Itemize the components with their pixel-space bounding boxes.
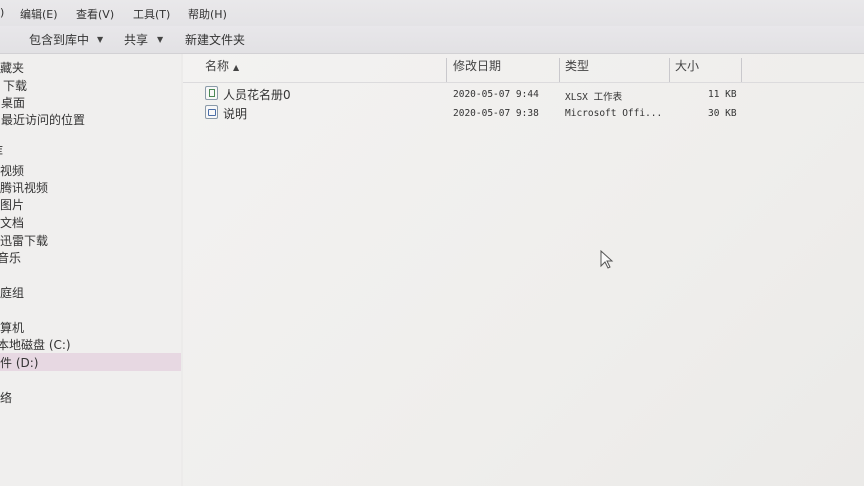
- chevron-down-icon[interactable]: ▼: [157, 35, 163, 44]
- excel-file-icon: [205, 86, 218, 100]
- word-file-icon: [205, 105, 218, 119]
- sort-ascending-icon: ▲: [233, 63, 240, 72]
- nav-computer[interactable]: 计算机: [0, 319, 24, 336]
- column-divider[interactable]: [669, 58, 670, 82]
- nav-documents[interactable]: 文档: [0, 214, 24, 231]
- new-folder-button[interactable]: 新建文件夹: [185, 31, 245, 48]
- nav-pictures[interactable]: 图片: [0, 196, 24, 213]
- column-divider[interactable]: [741, 58, 742, 82]
- nav-downloads[interactable]: 下载: [3, 77, 27, 94]
- include-library-button[interactable]: 包含到库中: [29, 31, 89, 48]
- file-row[interactable]: 人员花名册0 2020-05-07 9:44 XLSX 工作表 11 KB: [183, 84, 864, 103]
- column-header-size[interactable]: 大小: [675, 57, 699, 74]
- column-header-row: 名称 ▲ 修改日期 类型 大小: [183, 54, 864, 83]
- nav-tencent-video[interactable]: 腾讯视频: [0, 179, 48, 196]
- file-name[interactable]: 说明: [223, 105, 247, 122]
- file-size: 30 KB: [708, 108, 737, 119]
- file-row[interactable]: 说明 2020-05-07 9:38 Microsoft Offi... 30 …: [183, 103, 864, 121]
- column-divider[interactable]: [559, 58, 560, 82]
- nav-recent-places[interactable]: 最近访问的位置: [1, 111, 85, 128]
- mouse-cursor-icon: [600, 250, 614, 269]
- menu-file-fragment[interactable]: ): [0, 6, 4, 19]
- chevron-down-icon[interactable]: ▼: [97, 35, 103, 44]
- share-button[interactable]: 共享: [124, 31, 148, 48]
- nav-favorites[interactable]: 收藏夹: [0, 59, 24, 76]
- file-type: XLSX 工作表: [565, 92, 623, 103]
- nav-music[interactable]: 音乐: [0, 249, 21, 266]
- menu-bar: ) 编辑(E) 查看(V) 工具(T) 帮助(H): [0, 0, 864, 26]
- column-header-name[interactable]: 名称 ▲: [205, 57, 239, 74]
- nav-thunder-downloads[interactable]: 迅雷下载: [0, 232, 48, 249]
- nav-videos[interactable]: 视频: [0, 162, 24, 179]
- command-bar: 包含到库中 ▼ 共享 ▼ 新建文件夹: [0, 26, 864, 54]
- column-header-name-label: 名称: [205, 59, 230, 73]
- nav-libraries[interactable]: 库: [0, 142, 3, 159]
- file-name[interactable]: 人员花名册0: [223, 86, 291, 103]
- navigation-pane: 收藏夹 下载 桌面 最近访问的位置 库 视频 腾讯视频 图片 文档 迅雷下载 音…: [0, 54, 181, 486]
- file-list-pane[interactable]: 名称 ▲ 修改日期 类型 大小 人员花名册0 2020-05-07 9:44 XL…: [183, 54, 864, 486]
- menu-tools[interactable]: 工具(T): [133, 6, 170, 22]
- menu-help[interactable]: 帮助(H): [188, 6, 227, 22]
- nav-local-disk-c[interactable]: 本地磁盘 (C:): [0, 336, 71, 353]
- file-date: 2020-05-07 9:38: [453, 108, 539, 119]
- file-type: Microsoft Offi...: [565, 108, 663, 119]
- column-header-date[interactable]: 修改日期: [453, 57, 501, 74]
- column-header-type[interactable]: 类型: [565, 57, 589, 74]
- column-divider[interactable]: [446, 58, 447, 82]
- file-size: 11 KB: [708, 89, 737, 100]
- nav-desktop[interactable]: 桌面: [1, 94, 25, 111]
- nav-drive-d[interactable]: 文件 (D:): [0, 354, 38, 371]
- nav-homegroup[interactable]: 家庭组: [0, 284, 24, 301]
- menu-edit[interactable]: 编辑(E): [20, 6, 58, 22]
- nav-network[interactable]: 网络: [0, 389, 12, 406]
- menu-view[interactable]: 查看(V): [76, 6, 114, 22]
- file-date: 2020-05-07 9:44: [453, 89, 539, 100]
